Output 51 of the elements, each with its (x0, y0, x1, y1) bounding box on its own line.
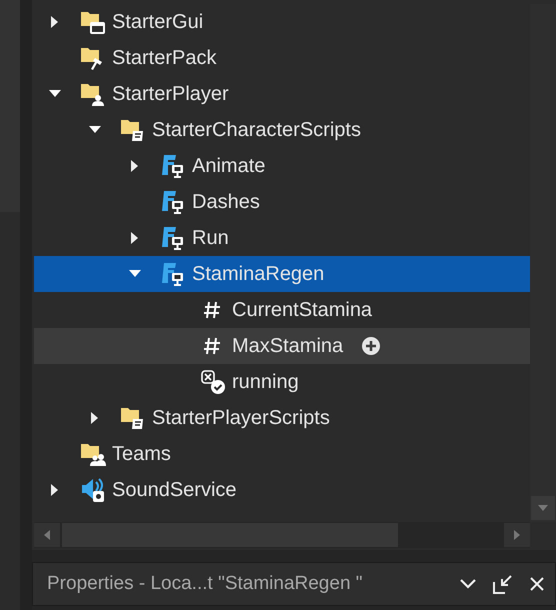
folder-scroll-icon (120, 117, 146, 143)
tree-item-label: SoundService (112, 478, 237, 503)
tree-item[interactable]: Animate (34, 148, 530, 184)
folder-scroll-icon (120, 405, 146, 431)
tree-item-label: StaminaRegen (192, 262, 324, 287)
speaker-icon (80, 477, 106, 503)
folder-person-icon (80, 81, 106, 107)
right-arrow-icon (514, 530, 520, 540)
tree-item-label: Teams (112, 442, 171, 467)
add-icon[interactable] (361, 336, 382, 356)
tree-item[interactable]: Teams (34, 436, 530, 472)
tree-item-label: Run (192, 226, 229, 251)
tree-item[interactable]: Dashes (34, 184, 530, 220)
undock-icon[interactable] (493, 574, 513, 594)
chevron-down-icon[interactable] (459, 578, 477, 590)
tree-item-label: StarterPlayerScripts (152, 406, 330, 431)
tree-item-label: StarterPlayer (112, 82, 229, 107)
script-monitor-icon (160, 153, 186, 179)
tree-item[interactable]: StaminaRegen (34, 256, 530, 292)
tree-item-label: MaxStamina (232, 334, 344, 359)
folder-people-icon (80, 441, 106, 467)
tree-item[interactable]: StarterPack (34, 40, 530, 76)
left-arrow-icon (44, 530, 50, 540)
tree-item-label: StarterCharacterScripts (152, 118, 361, 143)
script-monitor-icon (160, 261, 186, 287)
tree-item[interactable]: CurrentStamina (34, 292, 530, 328)
tree-item-label: StarterGui (112, 10, 204, 35)
panel-title: Properties - Loca...t "StaminaRegen " (47, 572, 364, 596)
scroll-right-button[interactable] (504, 523, 530, 547)
down-arrow-icon (538, 505, 548, 511)
tree-item-label: Dashes (192, 190, 260, 215)
tree-item[interactable]: StarterPlayerScripts (34, 400, 530, 436)
folder-window-icon (80, 9, 106, 35)
horizontal-scrollbar[interactable] (34, 522, 530, 548)
scroll-left-button[interactable] (34, 523, 60, 547)
tree-item-label: Animate (192, 154, 266, 179)
tree-item-label: StarterPack (112, 46, 216, 71)
script-monitor-icon (160, 189, 186, 215)
close-icon[interactable] (529, 576, 545, 592)
tree-item[interactable]: StarterPlayer (34, 76, 530, 112)
tree-item[interactable]: Run (34, 220, 530, 256)
script-monitor-icon (160, 225, 186, 251)
tree-item[interactable]: StarterGui (34, 4, 530, 40)
bool-value-icon (200, 369, 226, 395)
tree-item-label: running (232, 370, 299, 395)
tree-item[interactable]: running (34, 364, 530, 400)
tree-item[interactable]: SoundService (34, 472, 530, 508)
tree-item-label: CurrentStamina (232, 298, 372, 323)
scroll-down-button[interactable] (531, 496, 555, 520)
tree-item[interactable]: MaxStamina (34, 328, 530, 364)
tree-item[interactable]: StarterCharacterScripts (34, 112, 530, 148)
